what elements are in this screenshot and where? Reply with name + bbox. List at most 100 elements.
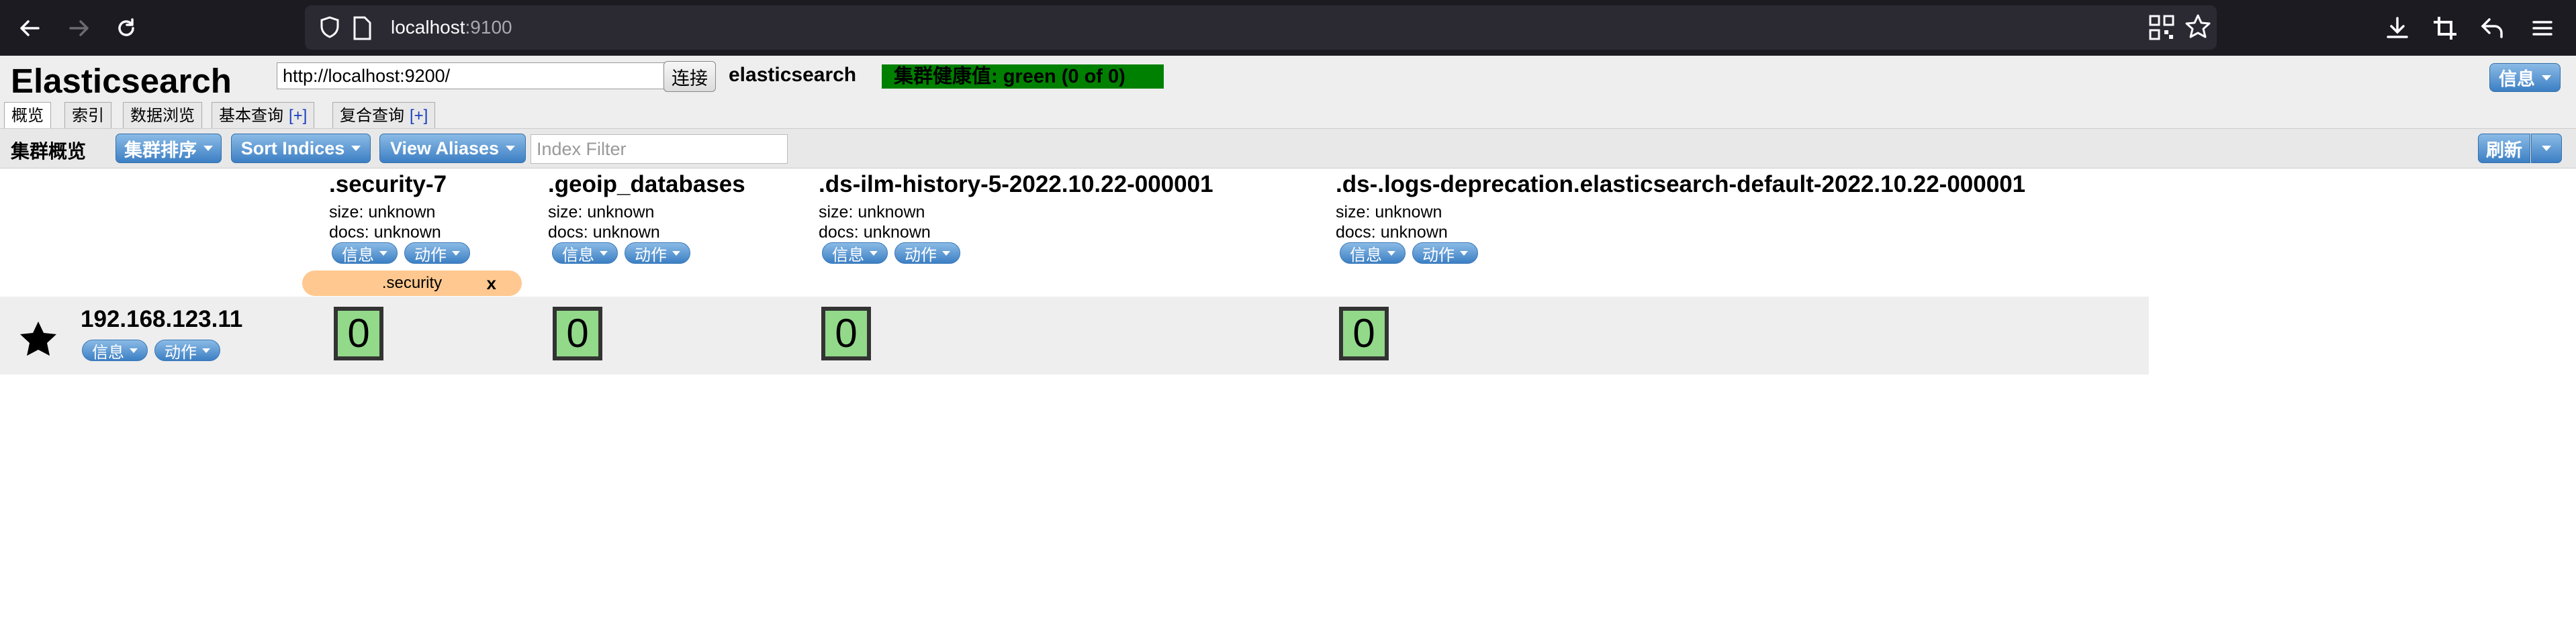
chevron-down-icon (942, 250, 950, 256)
qr-code-icon[interactable] (2148, 14, 2175, 44)
bookmark-star-icon[interactable] (2184, 13, 2211, 44)
chevron-down-icon (203, 146, 213, 151)
index-actions: 信息 动作 (1340, 242, 1478, 264)
pill-label: 信息 (342, 246, 374, 264)
crop-icon[interactable] (2429, 12, 2461, 44)
tab-indices[interactable]: 索引 (64, 102, 111, 129)
index-header: .geoip_databases size: unknown docs: unk… (548, 171, 745, 242)
pill-label: 信息 (1350, 246, 1382, 264)
index-docs: docs: unknown (329, 223, 441, 242)
index-header: .ds-ilm-history-5-2022.10.22-000001 size… (819, 171, 1213, 242)
index-size: size: unknown (819, 203, 925, 221)
overview-toolbar: 集群概览 集群排序 Sort Indices View Aliases 刷新 (0, 128, 2576, 168)
sort-indices-label: Sort Indices (240, 138, 345, 158)
chevron-down-icon (379, 250, 387, 256)
url-host: localhost (391, 17, 465, 38)
index-size: size: unknown (548, 203, 655, 221)
tab-label: 数据浏览 (130, 107, 195, 125)
chevron-down-icon (452, 250, 460, 256)
pill-label: 动作 (635, 246, 667, 264)
view-aliases-button[interactable]: View Aliases (379, 134, 526, 163)
tab-overview[interactable]: 概览 (4, 102, 51, 130)
cluster-name: elasticsearch (729, 64, 857, 86)
index-name: .ds-.logs-deprecation.elasticsearch-defa… (1336, 171, 2026, 197)
cluster-health-badge: 集群健康值: green (0 of 0) (882, 64, 1164, 89)
shard-box[interactable]: 0 (1339, 307, 1389, 360)
pill-label: 动作 (414, 246, 447, 264)
reload-icon[interactable] (107, 9, 145, 47)
tab-plus: [+] (410, 107, 428, 125)
forward-arrow-icon[interactable] (60, 9, 98, 47)
tab-data-browser[interactable]: 数据浏览 (123, 102, 202, 129)
pill-label: 动作 (905, 246, 937, 264)
index-actions: 信息 动作 (552, 242, 690, 264)
undo-icon[interactable] (2477, 12, 2509, 44)
app-header: Elasticsearch 连接 elasticsearch 集群健康值: gr… (0, 56, 2576, 130)
sort-cluster-button[interactable]: 集群排序 (116, 134, 222, 163)
index-actions: 信息 动作 (332, 242, 470, 264)
node-info-button[interactable]: 信息 (82, 340, 148, 362)
info-menu-label: 信息 (2499, 69, 2535, 89)
shard-box[interactable]: 0 (334, 307, 383, 360)
index-docs: docs: unknown (819, 223, 931, 242)
index-action-button[interactable]: 动作 (404, 242, 470, 264)
index-name: .geoip_databases (548, 171, 745, 197)
pill-label: 动作 (1422, 246, 1455, 264)
index-name: .ds-ilm-history-5-2022.10.22-000001 (819, 171, 1213, 197)
alias-badge[interactable]: .security x (302, 270, 522, 296)
chevron-down-icon (1460, 250, 1468, 256)
index-info-button[interactable]: 信息 (552, 242, 618, 264)
info-menu-button[interactable]: 信息 (2489, 63, 2561, 92)
tab-label: 基本查询 (219, 107, 283, 125)
sort-indices-button[interactable]: Sort Indices (231, 134, 371, 163)
cluster-url-input[interactable] (277, 62, 665, 89)
index-size: size: unknown (329, 203, 436, 221)
index-size: size: unknown (1336, 203, 1442, 221)
index-docs: docs: unknown (1336, 223, 1448, 242)
shield-icon[interactable] (317, 15, 342, 44)
close-icon[interactable]: x (487, 270, 496, 296)
elasticsearch-head-app: Elasticsearch 连接 elasticsearch 集群健康值: gr… (0, 56, 2576, 643)
index-info-button[interactable]: 信息 (1340, 242, 1406, 264)
url-text: localhost:9100 (391, 5, 512, 50)
chevron-down-icon (870, 250, 878, 256)
chevron-down-icon (2542, 75, 2551, 81)
chevron-down-icon (351, 146, 361, 151)
node-actions: 信息 动作 (82, 340, 220, 362)
pill-label: 信息 (562, 246, 594, 264)
browser-toolbar: localhost:9100 (0, 0, 2576, 56)
index-action-button[interactable]: 动作 (625, 242, 690, 264)
refresh-options-button[interactable] (2531, 134, 2562, 163)
address-bar[interactable]: localhost:9100 (305, 5, 2217, 50)
overview-title: 集群概览 (11, 141, 87, 162)
index-filter-input[interactable] (531, 134, 788, 164)
url-port: :9100 (465, 17, 512, 38)
chevron-down-icon (2542, 146, 2551, 151)
shard-box[interactable]: 0 (821, 307, 871, 360)
menu-icon[interactable] (2526, 12, 2559, 44)
tab-plus: [+] (289, 107, 308, 125)
node-action-button[interactable]: 动作 (154, 340, 220, 362)
sort-cluster-label: 集群排序 (124, 140, 197, 160)
index-action-button[interactable]: 动作 (1412, 242, 1478, 264)
tab-compound-query[interactable]: 复合查询 [+] (332, 102, 436, 129)
tab-basic-query[interactable]: 基本查询 [+] (212, 102, 315, 129)
index-docs: docs: unknown (548, 223, 660, 242)
chevron-down-icon (1387, 250, 1395, 256)
chevron-down-icon (672, 250, 680, 256)
index-action-button[interactable]: 动作 (894, 242, 960, 264)
back-arrow-icon[interactable] (11, 9, 48, 47)
tab-label: 索引 (72, 107, 104, 125)
node-name: 192.168.123.11 (81, 306, 243, 332)
index-info-button[interactable]: 信息 (332, 242, 398, 264)
view-aliases-label: View Aliases (389, 138, 500, 158)
shard-box[interactable]: 0 (553, 307, 602, 360)
chevron-down-icon (600, 250, 608, 256)
connect-button[interactable]: 连接 (663, 61, 716, 92)
chevron-down-icon (130, 348, 138, 353)
index-actions: 信息 动作 (822, 242, 960, 264)
index-info-button[interactable]: 信息 (822, 242, 888, 264)
node-row: 192.168.123.11 信息 动作 0 0 0 0 (0, 297, 2149, 375)
refresh-button[interactable]: 刷新 (2478, 134, 2530, 163)
downloads-icon[interactable] (2381, 12, 2413, 44)
